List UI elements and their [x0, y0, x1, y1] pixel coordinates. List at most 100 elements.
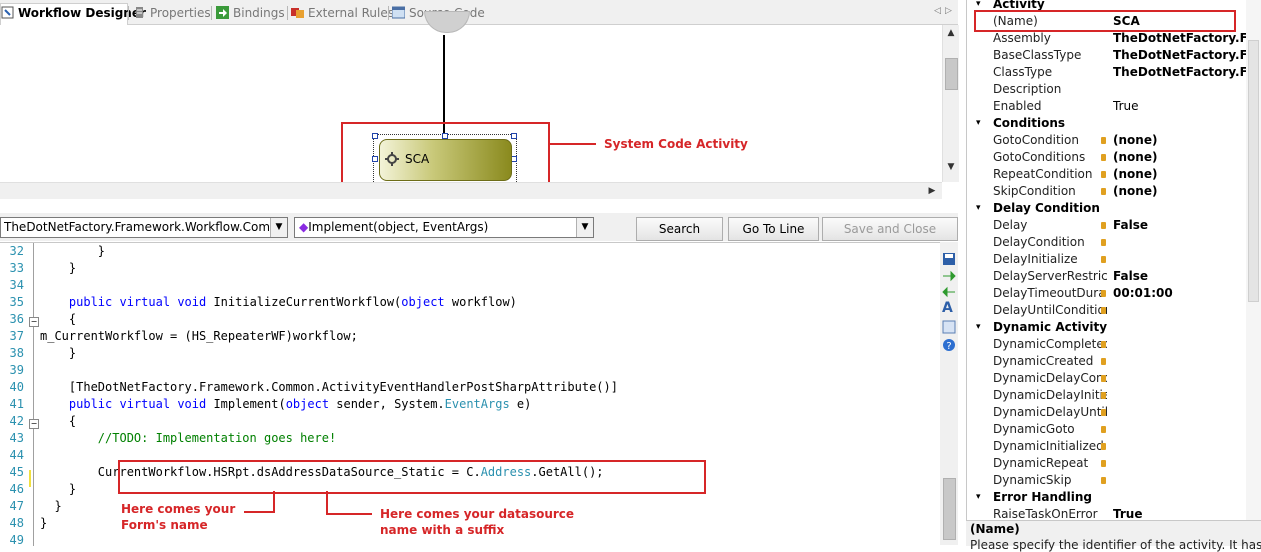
property-row[interactable]: DynamicSkip	[967, 472, 1261, 489]
code-line[interactable]: 32 }	[0, 243, 930, 260]
property-row[interactable]: DelayUntilCondition	[967, 302, 1261, 319]
outdent-icon[interactable]	[942, 286, 956, 301]
format-icon[interactable]	[942, 320, 956, 337]
tab-scroll-left-icon[interactable]: ◁	[934, 6, 941, 16]
property-row[interactable]: Assembly TheDotNetFactory.Fr	[967, 30, 1261, 47]
property-row[interactable]: BaseClassType TheDotNetFactory.Fr	[967, 47, 1261, 64]
properties-grid[interactable]: ▾ Activity (Name) SCA Assembly TheDotNetFacto…	[966, 0, 1261, 521]
scroll-up-icon[interactable]: ▲	[943, 25, 959, 41]
tab-properties[interactable]: Properties	[133, 4, 211, 23]
chevron-down-icon[interactable]: ▾	[976, 200, 981, 217]
chevron-down-icon[interactable]: ▼	[270, 218, 287, 237]
property-row[interactable]: ClassType TheDotNetFactory.Fr	[967, 64, 1261, 81]
lock-icon	[1101, 392, 1106, 399]
code-text: }	[40, 346, 77, 360]
lock-icon	[1101, 256, 1106, 263]
property-name: Enabled	[993, 99, 1042, 113]
property-category[interactable]: ▾ Dynamic Activity	[967, 319, 1261, 336]
chevron-down-icon[interactable]: ▾	[976, 319, 981, 336]
code-line[interactable]: 40 [TheDotNetFactory.Framework.Common.Ac…	[0, 379, 930, 396]
property-row[interactable]: DelayServerRestric False	[967, 268, 1261, 285]
code-line[interactable]: 43 //TODO: Implementation goes here!	[0, 430, 930, 447]
property-row[interactable]: DynamicCompleted	[967, 336, 1261, 353]
property-value[interactable]: TheDotNetFactory.Fr	[1113, 47, 1249, 64]
scroll-thumb[interactable]	[945, 58, 958, 90]
scroll-thumb[interactable]	[943, 478, 956, 540]
tab-label: Workflow Designer	[18, 6, 146, 20]
property-value[interactable]: False	[1113, 217, 1249, 234]
property-row[interactable]: DynamicDelayUntil	[967, 404, 1261, 421]
property-row[interactable]: GotoConditions (none)	[967, 149, 1261, 166]
workflow-designer-surface[interactable]: SCA System Code Activity	[0, 11, 942, 188]
code-line[interactable]: 36 {	[0, 311, 930, 328]
property-row[interactable]: DynamicDelayCond	[967, 370, 1261, 387]
code-editor[interactable]: − − 32 } 33 } 34 35 public virtual void Ini…	[0, 242, 940, 547]
property-row[interactable]: RepeatCondition (none)	[967, 166, 1261, 183]
property-row[interactable]: DynamicInitialized	[967, 438, 1261, 455]
property-value[interactable]: TheDotNetFactory.Fr	[1113, 64, 1249, 81]
property-row[interactable]: DynamicGoto	[967, 421, 1261, 438]
property-row[interactable]: DelayCondition	[967, 234, 1261, 251]
line-number: 47	[9, 499, 24, 513]
properties-scrollbar[interactable]	[1246, 0, 1261, 520]
property-value[interactable]: (none)	[1113, 132, 1249, 149]
scroll-down-icon[interactable]: ▼	[943, 159, 959, 175]
property-value[interactable]: True	[1113, 98, 1249, 115]
code-line[interactable]: 41 public virtual void Implement(object …	[0, 396, 930, 413]
scroll-right-icon[interactable]: ▶	[924, 183, 940, 199]
property-row[interactable]: SkipCondition (none)	[967, 183, 1261, 200]
property-value[interactable]: False	[1113, 268, 1249, 285]
code-text: //TODO: Implementation goes here!	[40, 431, 337, 445]
designer-vertical-scrollbar[interactable]: ▲ ▼	[942, 25, 959, 182]
property-category[interactable]: ▾ Delay Condition	[967, 200, 1261, 217]
code-line[interactable]: 33 }	[0, 260, 930, 277]
property-row[interactable]: Description	[967, 81, 1261, 98]
tab-bindings[interactable]: Bindings	[216, 4, 286, 23]
help-icon[interactable]: ?	[942, 338, 956, 355]
property-value[interactable]: (none)	[1113, 166, 1249, 183]
property-value[interactable]: (none)	[1113, 183, 1249, 200]
code-line[interactable]: 34	[0, 277, 930, 294]
lock-icon	[1101, 443, 1106, 450]
previous-activity-node[interactable]	[424, 11, 470, 33]
code-text: }	[40, 499, 62, 513]
chevron-down-icon[interactable]: ▼	[576, 218, 593, 237]
save-icon[interactable]	[942, 252, 956, 269]
method-selector[interactable]: ◆Implement(object, EventArgs) ▼	[294, 217, 594, 238]
property-row[interactable]: DynamicRepeat	[967, 455, 1261, 472]
property-row[interactable]: Enabled True	[967, 98, 1261, 115]
search-button[interactable]: Search	[636, 217, 723, 241]
save-and-close-button[interactable]: Save and Close	[822, 217, 958, 241]
property-category[interactable]: ▾ Error Handling	[967, 489, 1261, 506]
property-value[interactable]: (none)	[1113, 149, 1249, 166]
scroll-thumb[interactable]	[1248, 40, 1259, 302]
method-selector-value: ◆Implement(object, EventArgs)	[299, 220, 489, 234]
chevron-down-icon[interactable]: ▾	[976, 115, 981, 132]
property-row[interactable]: DelayTimeoutDura 00:01:00	[967, 285, 1261, 302]
property-row[interactable]: DynamicCreated	[967, 353, 1261, 370]
tab-scroll-right-icon[interactable]: ▷	[945, 6, 952, 16]
go-to-line-button[interactable]: Go To Line	[728, 217, 819, 241]
annotation-leader	[273, 491, 275, 513]
font-icon[interactable]: A	[942, 300, 953, 316]
property-row[interactable]: DynamicDelayInitia	[967, 387, 1261, 404]
property-category[interactable]: ▾ Conditions	[967, 115, 1261, 132]
properties-icon	[133, 6, 146, 19]
designer-horizontal-scrollbar[interactable]: ▶	[0, 182, 942, 199]
code-line[interactable]: 39	[0, 362, 930, 379]
property-row[interactable]: DelayInitialize	[967, 251, 1261, 268]
code-line[interactable]: 42 {	[0, 413, 930, 430]
property-value[interactable]: TheDotNetFactory.Fr	[1113, 30, 1249, 47]
chevron-down-icon[interactable]: ▾	[976, 489, 981, 506]
tab-workflow-designer[interactable]: Workflow Designer	[0, 3, 146, 25]
property-row[interactable]: GotoCondition (none)	[967, 132, 1261, 149]
code-line[interactable]: 35 public virtual void InitializeCurrent…	[0, 294, 930, 311]
code-line[interactable]: 38 }	[0, 345, 930, 362]
source-code-icon	[391, 6, 406, 19]
property-row[interactable]: Delay False	[967, 217, 1261, 234]
property-value[interactable]: 00:01:00	[1113, 285, 1249, 302]
indent-icon[interactable]	[942, 270, 956, 285]
tab-external-rules[interactable]: External Rules	[291, 4, 394, 23]
class-selector[interactable]: TheDotNetFactory.Framework.Workflow.Comr…	[0, 217, 288, 238]
code-line[interactable]: 37 m_CurrentWorkflow = (HS_RepeaterWF)wor…	[0, 328, 930, 345]
